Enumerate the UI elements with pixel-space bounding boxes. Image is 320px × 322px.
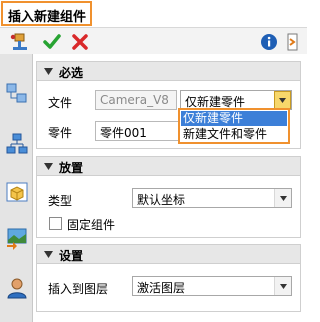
pin-button[interactable] [283,30,303,53]
option-new-part-only[interactable]: 仅新建零件 [181,111,287,126]
section-required-title: 必选 [59,66,84,80]
dropdown-arrow-button[interactable] [274,91,291,109]
insert-layer-select[interactable]: 激活图层 [132,276,292,296]
section-settings-body: 插入到图层 激活图层 [36,264,301,312]
file-mode-select[interactable]: 仅新建零件 [180,90,292,110]
title-bar: 插入新建组件 [0,0,307,27]
file-label: 文件 [48,96,73,110]
window-title: 插入新建组件 [8,10,87,25]
chevron-down-icon [279,195,287,201]
section-settings-title: 设置 [59,249,84,263]
file-name-field: Camera_V8 [95,90,177,110]
section-placement-header[interactable]: 放置 [36,156,301,176]
type-label: 类型 [48,194,73,208]
fix-component-label: 固定组件 [67,218,116,232]
part-label: 零件 [48,126,73,140]
file-mode-value: 仅新建零件 [185,95,246,109]
type-select[interactable]: 默认坐标 [132,188,292,208]
green-checkmark-icon [43,33,61,49]
part-name-input[interactable]: 零件001 [95,121,179,141]
image-import-icon[interactable] [5,226,29,250]
ok-button[interactable] [40,30,64,53]
hierarchy-icon[interactable] [5,132,29,156]
section-placement-body: 类型 默认坐标 固定组件 [36,176,301,238]
file-mode-dropdown-list: 仅新建零件 新建文件和零件 [178,108,290,144]
insert-layer-value: 激活图层 [137,281,186,295]
fix-component-checkbox[interactable] [49,217,62,230]
side-panel-pin-icon [287,33,298,50]
info-button[interactable] [257,30,281,53]
collapse-arrow-icon [44,251,53,258]
user-icon[interactable] [5,276,29,300]
section-settings-header[interactable]: 设置 [36,244,301,264]
type-dropdown-arrow[interactable] [274,189,291,207]
insert-component-icon[interactable] [7,30,33,53]
assembly-tree-icon[interactable] [5,82,29,106]
info-icon [261,33,277,50]
option-new-file-and-part[interactable]: 新建文件和零件 [181,127,287,142]
type-value: 默认坐标 [137,193,186,207]
section-placement-title: 放置 [59,161,84,175]
chevron-down-icon [279,97,286,103]
red-x-icon [72,33,88,50]
left-rail [0,54,33,322]
insert-layer-label: 插入到图层 [48,282,109,296]
title-highlight: 插入新建组件 [1,1,92,26]
section-required-header[interactable]: 必选 [36,61,301,81]
chevron-down-icon [279,283,287,289]
part-box-icon[interactable] [5,180,29,204]
insert-layer-dropdown-arrow[interactable] [274,277,291,295]
cancel-button[interactable] [68,30,92,53]
collapse-arrow-icon [44,163,53,170]
collapse-arrow-icon [44,68,53,75]
toolbar [0,27,307,54]
